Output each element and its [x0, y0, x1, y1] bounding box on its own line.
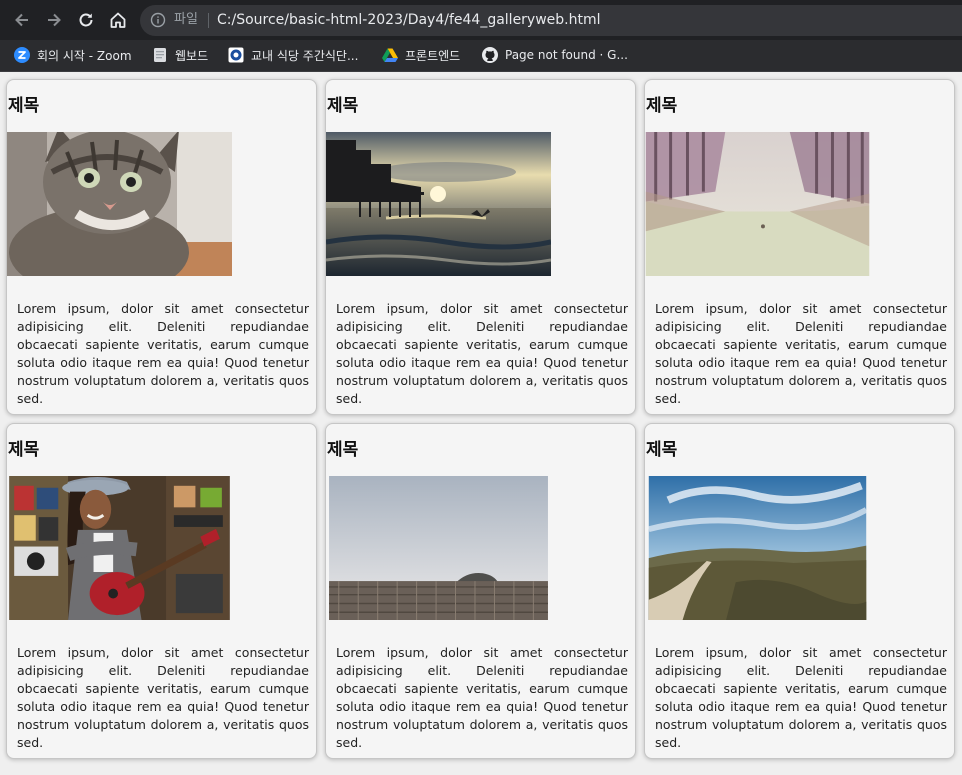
card-title: 제목: [8, 96, 40, 116]
card-description: Lorem ipsum, dolor sit amet consectetur …: [17, 645, 309, 750]
reload-button[interactable]: [74, 8, 98, 32]
gallery-card: 제목 Lorem ipsum, dolor sit amet consectet…: [644, 423, 955, 759]
gallery-card: 제목 Lorem ipsum, dolor sit amet consectet…: [644, 79, 955, 415]
card-title: 제목: [8, 440, 40, 460]
gallery-card: 제목 Lorem ipsum, dolor sit amet consectet…: [6, 423, 317, 759]
bookmark-frontend[interactable]: 프론트엔드: [382, 44, 460, 66]
hill-path-photo: [645, 476, 870, 625]
browser-toolbar: 파일 C:/Source/basic-html-2023/Day4/fe44_g…: [0, 0, 962, 40]
card-description: Lorem ipsum, dolor sit amet consectetur …: [655, 645, 947, 750]
bookmark-label: 프론트엔드: [405, 48, 461, 63]
scheme-label: 파일: [174, 12, 198, 27]
bookmark-label: 웹보드: [175, 48, 209, 63]
gallery-card: 제목 Lorem ipsum, dolor sit amet consectet…: [325, 79, 636, 415]
forward-button[interactable]: [42, 8, 66, 32]
card-description: Lorem ipsum, dolor sit amet consectetur …: [17, 301, 309, 406]
card-title: 제목: [327, 96, 359, 116]
bookmark-label: 회의 시작 - Zoom: [37, 48, 132, 63]
bookmark-label: 교내 식당 주간식단...: [251, 48, 359, 63]
card-title: 제목: [327, 440, 359, 460]
card-title: 제목: [646, 96, 678, 116]
card-description: Lorem ipsum, dolor sit amet consectetur …: [655, 301, 947, 406]
reload-icon: [79, 13, 93, 27]
zoom-icon: [14, 47, 30, 63]
card-title: 제목: [646, 440, 678, 460]
google-drive-icon: [382, 48, 398, 62]
home-icon: [110, 12, 126, 28]
address-bar[interactable]: 파일 C:/Source/basic-html-2023/Day4/fe44_g…: [140, 5, 962, 36]
bookmark-label: Page not found · G...: [505, 48, 628, 62]
card-description: Lorem ipsum, dolor sit amet consectetur …: [336, 645, 628, 750]
gallery-grid: 제목 Lorem ipsum, dolor sit amet consectet…: [0, 72, 962, 775]
boardwalk-fog-photo: [326, 476, 551, 624]
gallery-card: 제목 Lorem ipsum, dolor sit amet consectet…: [6, 79, 317, 415]
url-text[interactable]: C:/Source/basic-html-2023/Day4/fe44_gall…: [217, 11, 601, 29]
forest-road-photo: [645, 132, 870, 277]
bookmark-github[interactable]: Page not found · G...: [482, 44, 628, 66]
bookmarks-bar: 회의 시작 - Zoom 웹보드 교내 식당 주간식단... 프론트엔드 Pag…: [0, 40, 962, 72]
address-divider: [208, 13, 209, 28]
home-button[interactable]: [106, 8, 130, 32]
card-description: Lorem ipsum, dolor sit amet consectetur …: [336, 301, 628, 406]
pier-sunset-photo: [326, 132, 551, 276]
bookmark-zoom[interactable]: 회의 시작 - Zoom: [14, 44, 132, 66]
guitar-player-photo: [7, 476, 232, 623]
info-icon[interactable]: [150, 12, 166, 28]
forward-arrow-icon: [48, 13, 61, 27]
back-arrow-icon: [15, 13, 28, 27]
github-icon: [482, 47, 498, 63]
bookmark-cafeteria[interactable]: 교내 식당 주간식단...: [228, 44, 358, 66]
kitten-photo: [7, 132, 232, 276]
page-icon: [154, 48, 166, 62]
bookmark-webboard[interactable]: 웹보드: [152, 44, 208, 66]
gallery-card: 제목 Lorem ipsum, dolor sit amet consectet…: [325, 423, 636, 759]
back-button[interactable]: [10, 8, 34, 32]
school-icon: [228, 47, 244, 63]
